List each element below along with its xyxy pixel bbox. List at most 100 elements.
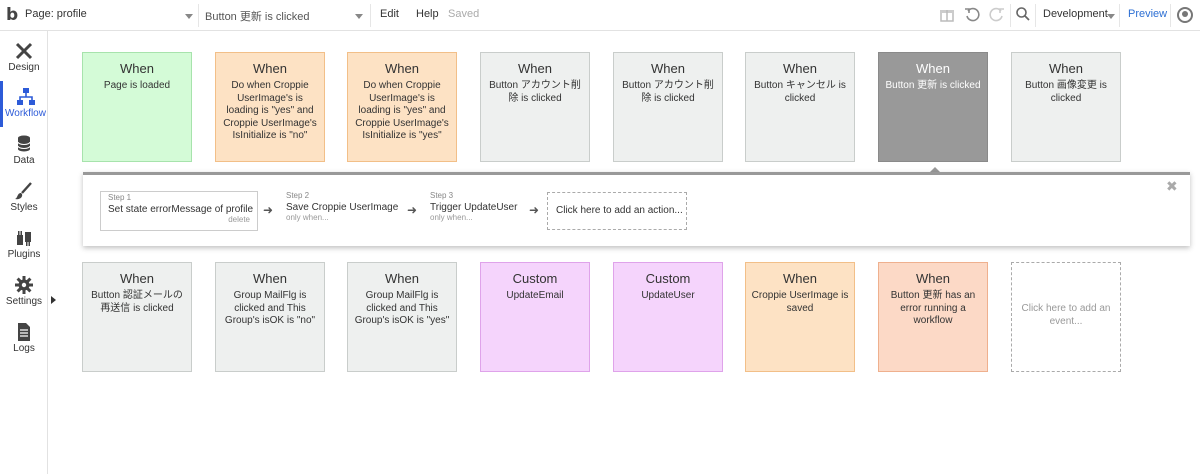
help-menu[interactable]: Help [416, 8, 439, 20]
sidebar: Design Workflow Data Styles Plugins Sett… [0, 31, 48, 474]
gift-icon[interactable] [938, 6, 956, 24]
divider [1035, 4, 1036, 27]
arrow-right-icon: ➜ [407, 203, 418, 217]
event-selector-label: Button 更新 is clicked [205, 11, 310, 23]
step-action: Trigger UpdateUser [430, 202, 518, 213]
add-event-button[interactable]: Click here to add an event... [1011, 262, 1121, 372]
sidebar-item-settings[interactable]: Settings [0, 269, 48, 315]
event-description: Group MailFlg is clicked and This Group'… [354, 290, 450, 326]
settings-icon [14, 275, 34, 295]
event-type: When [783, 61, 817, 76]
event-card[interactable]: When Button キャンセル is clicked [745, 52, 855, 162]
sidebar-item-label: Data [13, 155, 35, 166]
event-description: Croppie UserImage is saved [751, 290, 849, 314]
event-type: When [651, 61, 685, 76]
event-card-selected[interactable]: When Button 更新 is clicked [878, 52, 988, 162]
event-card[interactable]: When Button アカウント削除 is clicked [480, 52, 590, 162]
sidebar-item-data[interactable]: Data [0, 128, 48, 174]
add-event-label: Click here to add an event... [1021, 303, 1111, 327]
environment-label: Development [1043, 8, 1108, 20]
workflow-step-2[interactable]: Step 2 Save Croppie UserImage only when.… [286, 191, 416, 231]
event-card[interactable]: When Do when Croppie UserImage's is load… [215, 52, 325, 162]
divider [198, 4, 199, 27]
expand-sidebar-icon[interactable] [51, 296, 56, 304]
event-type: When [916, 271, 950, 286]
sidebar-item-design[interactable]: Design [0, 35, 48, 81]
step-number: Step 2 [286, 191, 310, 200]
event-card[interactable]: When Button アカウント削除 is clicked [613, 52, 723, 162]
search-icon[interactable] [1014, 6, 1032, 24]
redo-icon[interactable] [988, 6, 1006, 24]
event-type: When [385, 271, 419, 286]
event-type: When [518, 61, 552, 76]
event-card[interactable]: When Croppie UserImage is saved [745, 262, 855, 372]
step-action: Save Croppie UserImage [286, 202, 399, 213]
event-selector[interactable]: Button 更新 is clicked [205, 8, 365, 24]
preview-link[interactable]: Preview [1128, 8, 1167, 20]
sidebar-item-label: Styles [10, 202, 38, 213]
divider [1010, 4, 1011, 27]
delete-step-link[interactable]: delete [108, 215, 250, 224]
event-card[interactable]: When Button 画像変更 is clicked [1011, 52, 1121, 162]
event-description: UpdateUser [641, 290, 695, 301]
event-card[interactable]: When Group MailFlg is clicked and This G… [347, 262, 457, 372]
sidebar-item-label: Plugins [7, 249, 41, 260]
add-action-button[interactable]: Click here to add an action... [547, 192, 687, 230]
workflow-step-1[interactable]: Step 1 Set state errorMessage of profile… [100, 191, 258, 231]
edit-menu[interactable]: Edit [380, 8, 399, 20]
data-icon [14, 134, 34, 154]
bubble-logo[interactable]: b [6, 5, 22, 25]
event-description: Button 更新 has an error running a workflo… [890, 290, 976, 326]
event-type: When [253, 271, 287, 286]
event-description: Button アカウント削除 is clicked [489, 80, 581, 104]
step-condition: only when... [286, 213, 329, 222]
event-type: When [385, 61, 419, 76]
event-type: When [1049, 61, 1083, 76]
sidebar-item-plugins[interactable]: Plugins [0, 222, 48, 268]
event-description: Page is loaded [103, 80, 171, 91]
arrow-right-icon: ➜ [529, 203, 540, 217]
user-icon[interactable] [1177, 7, 1193, 23]
event-description: Do when Croppie UserImage's is loading i… [355, 80, 449, 141]
design-icon [14, 41, 34, 61]
event-description: Button 画像変更 is clicked [1025, 80, 1107, 104]
add-action-label: Click here to add an action... [556, 205, 683, 216]
event-type: Custom [645, 271, 691, 286]
sidebar-item-styles[interactable]: Styles [0, 175, 48, 221]
event-card[interactable]: When Do when Croppie UserImage's is load… [347, 52, 457, 162]
event-card[interactable]: When Group MailFlg is clicked and This G… [215, 262, 325, 372]
sidebar-item-label: Workflow [5, 108, 46, 119]
sidebar-item-label: Settings [5, 296, 43, 307]
close-icon[interactable]: ✖ [1166, 180, 1178, 194]
page-selector[interactable]: Page: profile [25, 8, 195, 24]
event-type: When [120, 271, 154, 286]
logs-icon [14, 322, 34, 342]
step-number: Step 3 [430, 191, 454, 200]
event-card[interactable]: When Button 認証メールの再送信 is clicked [82, 262, 192, 372]
chevron-down-icon [185, 14, 193, 19]
page-selector-label: Page: profile [25, 8, 87, 20]
arrow-right-icon: ➜ [263, 203, 274, 217]
sidebar-item-workflow[interactable]: Workflow [0, 81, 48, 127]
event-description: Button 認証メールの再送信 is clicked [91, 290, 183, 314]
event-type: Custom [512, 271, 558, 286]
workflow-step-3[interactable]: Step 3 Trigger UpdateUser only when... [430, 191, 530, 231]
styles-icon [14, 181, 34, 201]
divider [1119, 4, 1120, 27]
event-card-page-loaded[interactable]: When Page is loaded [82, 52, 192, 162]
event-type: When [253, 61, 287, 76]
undo-icon[interactable] [963, 6, 981, 24]
divider [370, 4, 371, 27]
event-description: UpdateEmail [506, 290, 564, 301]
environment-selector[interactable]: Development [1043, 8, 1108, 20]
event-type: When [120, 61, 154, 76]
event-description: Button 更新 is clicked [885, 80, 981, 91]
custom-event-card[interactable]: Custom UpdateUser [613, 262, 723, 372]
custom-event-card[interactable]: Custom UpdateEmail [480, 262, 590, 372]
error-event-card[interactable]: When Button 更新 has an error running a wo… [878, 262, 988, 372]
sidebar-item-logs[interactable]: Logs [0, 316, 48, 362]
event-description: Button キャンセル is clicked [754, 80, 846, 104]
sidebar-item-label: Logs [13, 343, 35, 354]
event-description: Button アカウント削除 is clicked [622, 80, 714, 104]
event-type: When [916, 61, 950, 76]
